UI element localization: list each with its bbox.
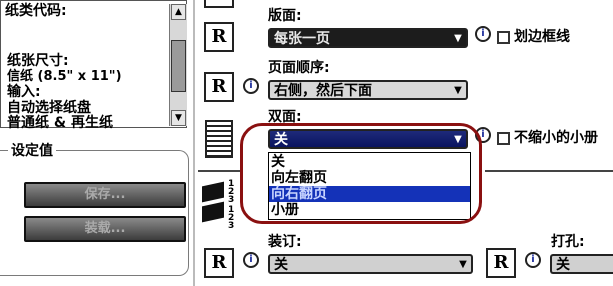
shrink-label: 不缩小的小册	[514, 130, 598, 146]
binding-select-value: 关	[274, 257, 288, 273]
preview-r-icon: R	[486, 248, 516, 278]
panel-divider	[193, 0, 195, 286]
stacked-pages-icon: 123 123	[200, 180, 238, 231]
preview-box-partial	[204, 0, 234, 8]
save-button[interactable]: 保存...	[24, 182, 186, 208]
info-line-media: 普通纸 & 再生纸	[7, 115, 113, 131]
info-balloon-icon[interactable]: i	[243, 78, 259, 94]
info-line-paper-size-label: 纸张尺寸:	[7, 53, 69, 69]
info-line-paper-type: 纸类代码:	[5, 3, 67, 19]
punch-label: 打孔:	[551, 234, 585, 250]
scroll-down-icon[interactable]: ▼	[171, 110, 186, 126]
scroll-up-icon[interactable]: ▲	[171, 4, 186, 20]
load-button[interactable]: 装载...	[24, 216, 186, 242]
binding-select[interactable]: 关 ▼	[268, 254, 473, 274]
settings-group-title: 设定值	[8, 143, 56, 159]
paper-info-list[interactable]: 纸类代码: 纸张尺寸: 信纸 (8.5" x 11") 输入: 自动选择纸盘 普…	[0, 0, 187, 131]
info-line-input-label: 输入:	[7, 84, 41, 100]
dropdown-arrow-icon[interactable]: ▼	[452, 85, 464, 97]
punch-select-value: 关	[556, 257, 570, 273]
order-select[interactable]: 右侧，然后下面 ▼	[268, 80, 468, 100]
info-balloon-icon[interactable]: i	[243, 252, 259, 268]
scrollbar-thumb[interactable]	[171, 40, 186, 92]
pages-label: 版面:	[268, 8, 302, 24]
shrink-checkbox[interactable]	[497, 132, 510, 145]
info-line-paper-size: 信纸 (8.5" x 11")	[7, 69, 122, 84]
settings-group	[0, 150, 189, 276]
section-separator-right	[485, 170, 613, 172]
pages-select[interactable]: 每张一页 ▼	[268, 28, 468, 48]
border-checkbox[interactable]	[497, 31, 510, 44]
preview-r-icon: R	[204, 22, 234, 52]
pages-select-value: 每张一页	[274, 31, 330, 47]
info-list-scrollbar[interactable]: ▲ ▼	[169, 4, 187, 126]
binding-label: 装订:	[268, 234, 302, 250]
dropdown-arrow-icon[interactable]: ▼	[452, 33, 464, 45]
info-line-tray: 自动选择纸盘	[7, 100, 91, 116]
dropdown-arrow-icon[interactable]: ▼	[457, 259, 469, 271]
annotation-highlight-oval	[240, 123, 482, 224]
info-balloon-icon[interactable]: i	[475, 26, 491, 42]
info-balloon-icon[interactable]: i	[525, 252, 541, 268]
preview-r-icon: R	[204, 72, 234, 102]
order-select-value: 右侧，然后下面	[274, 83, 372, 99]
punch-select[interactable]: 关	[550, 254, 613, 274]
border-label: 划边框线	[514, 29, 570, 45]
duplex-pages-icon	[205, 120, 233, 158]
order-label: 页面顺序:	[268, 60, 330, 76]
preview-r-icon: R	[204, 248, 234, 278]
section-separator-left	[198, 170, 240, 172]
